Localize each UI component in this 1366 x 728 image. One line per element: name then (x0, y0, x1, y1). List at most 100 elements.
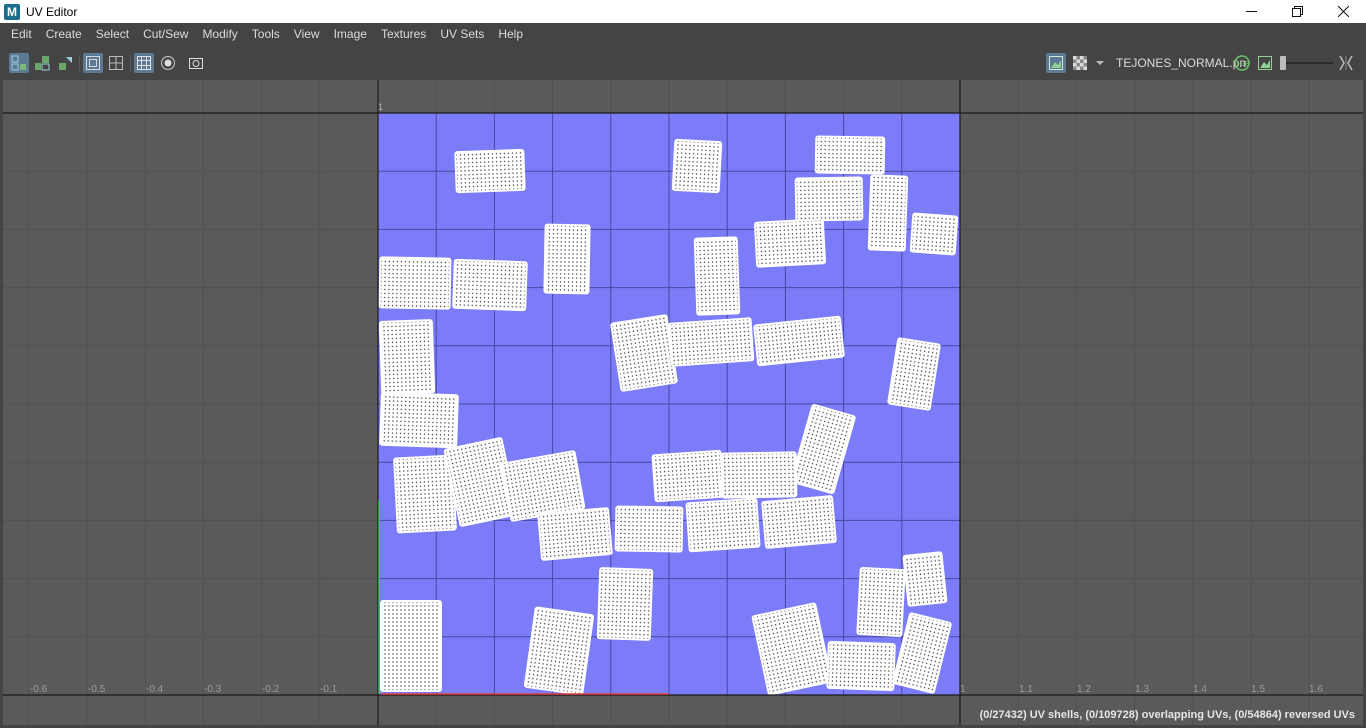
axis-label: 1 (960, 684, 966, 695)
image-ratio-icon (1258, 56, 1272, 70)
expand-arrows-button[interactable] (1336, 53, 1356, 73)
uv-status-text: (0/27432) UV shells, (0/109728) overlapp… (979, 709, 1355, 721)
exposure-slider[interactable] (1283, 62, 1333, 64)
uv-shell[interactable] (909, 212, 959, 256)
checker-pattern-icon (1073, 56, 1087, 70)
uv-shell-wireframe (545, 225, 589, 293)
toolbar-separator (79, 55, 80, 71)
uv-shell[interactable] (753, 218, 827, 268)
uv-shell[interactable] (543, 223, 591, 295)
uv-shell[interactable] (454, 148, 526, 194)
uv-shell-wireframe (763, 497, 835, 547)
uv-layout-icon (35, 56, 50, 71)
checker-pattern-button[interactable] (1070, 53, 1090, 73)
uv-shell[interactable] (378, 319, 436, 395)
uv-shell-wireframe (816, 137, 884, 173)
checker-grid-icon (137, 56, 151, 70)
minimize-icon (1245, 11, 1257, 12)
uv-shell-wireframe (869, 176, 907, 250)
menu-edit[interactable]: Edit (4, 23, 39, 46)
window-controls (1228, 0, 1366, 23)
menu-tools[interactable]: Tools (245, 23, 287, 46)
close-button[interactable] (1320, 0, 1366, 23)
uv-shell[interactable] (856, 566, 906, 638)
axis-label: -0.3 (204, 684, 222, 695)
grid-toggle-button[interactable] (106, 53, 126, 73)
uv-shell[interactable] (867, 174, 909, 252)
minimize-button[interactable] (1228, 0, 1274, 23)
uv-shell[interactable] (720, 451, 798, 499)
uv-shell[interactable] (380, 600, 442, 692)
uv-shell[interactable] (614, 505, 684, 553)
uv-shell[interactable] (667, 317, 755, 367)
uv-viewport[interactable]: 1 -0.6 -0.5 -0.4 -0.3 -0.2 -0.1 1 1.1 1.… (3, 80, 1363, 725)
menu-uv-sets[interactable]: UV Sets (433, 23, 491, 46)
expand-arrows-icon (1339, 55, 1353, 71)
uv-shell-wireframe (539, 509, 611, 559)
corner-tick-label: 1 (378, 102, 384, 112)
exposure-slider-handle[interactable] (1280, 56, 1286, 70)
image-ratio-button[interactable] (1255, 53, 1275, 73)
image-name-label[interactable]: TEJONES_NORMAL.pn (1116, 56, 1246, 70)
uv-shell-wireframe (669, 319, 753, 365)
uv-shell[interactable] (379, 391, 459, 449)
uv-shell[interactable] (452, 258, 528, 312)
uv-shell[interactable] (671, 138, 723, 194)
uv-shell-wireframe (911, 214, 957, 254)
pin-dot-button[interactable] (158, 53, 178, 73)
menu-help[interactable]: Help (491, 23, 530, 46)
uv-shell[interactable] (794, 176, 864, 222)
display-image-icon (1049, 56, 1063, 70)
uv-shell[interactable] (523, 606, 595, 696)
restore-icon (1291, 6, 1303, 17)
axis-label: 1.1 (1019, 684, 1033, 695)
menu-modify[interactable]: Modify (195, 23, 244, 46)
checker-grid-button[interactable] (134, 53, 154, 73)
snapshot-icon (189, 58, 203, 69)
uv-shell[interactable] (814, 135, 886, 175)
axis-label: -0.5 (88, 684, 106, 695)
menu-select[interactable]: Select (89, 23, 136, 46)
uv-shell-select-button[interactable] (9, 53, 29, 73)
rgb-channels-icon: RGB (1234, 55, 1250, 71)
uv-shell[interactable] (693, 236, 741, 316)
uv-shell-wireframe (380, 258, 450, 308)
uv-toolbar: TEJONES_NORMAL.pn RGB (0, 46, 1366, 80)
uv-flip-button[interactable] (55, 53, 75, 73)
restore-button[interactable] (1274, 0, 1320, 23)
menu-view[interactable]: View (287, 23, 327, 46)
menu-image[interactable]: Image (327, 23, 374, 46)
window-title: UV Editor (26, 4, 78, 19)
uv-shell-wireframe (598, 569, 652, 639)
display-image-button[interactable] (1046, 53, 1066, 73)
uv-shell[interactable] (651, 449, 725, 503)
uv-shell[interactable] (826, 640, 896, 692)
grid-toggle-icon (109, 56, 123, 70)
uv-canvas[interactable] (3, 80, 1363, 725)
uv-shell-wireframe (395, 456, 455, 532)
uv-shell-wireframe (687, 499, 759, 551)
uv-shell-wireframe (722, 453, 796, 497)
uv-shell[interactable] (537, 507, 613, 561)
axis-label: -0.4 (146, 684, 164, 695)
snapshot-button[interactable] (186, 53, 206, 73)
image-dropdown-button[interactable] (1093, 53, 1107, 73)
rgb-channels-button[interactable]: RGB (1232, 53, 1252, 73)
uv-shell[interactable] (902, 551, 948, 607)
uv-shell-wireframe (858, 568, 904, 636)
svg-text:RGB: RGB (1234, 61, 1250, 68)
uv-flip-icon (59, 57, 72, 70)
menu-textures[interactable]: Textures (374, 23, 433, 46)
axis-label: 1.6 (1309, 684, 1323, 695)
menu-cut-sew[interactable]: Cut/Sew (136, 23, 195, 46)
uv-shell-wireframe (381, 393, 457, 447)
uv-shell-wireframe (525, 608, 593, 694)
uv-shell-wireframe (612, 316, 676, 390)
uv-layout-button[interactable] (32, 53, 52, 73)
uv-shell[interactable] (378, 256, 452, 310)
uv-shell[interactable] (596, 567, 654, 641)
wireframe-toggle-button[interactable] (83, 53, 103, 73)
menu-create[interactable]: Create (39, 23, 89, 46)
uv-shell[interactable] (761, 495, 837, 549)
uv-shell[interactable] (685, 497, 761, 553)
